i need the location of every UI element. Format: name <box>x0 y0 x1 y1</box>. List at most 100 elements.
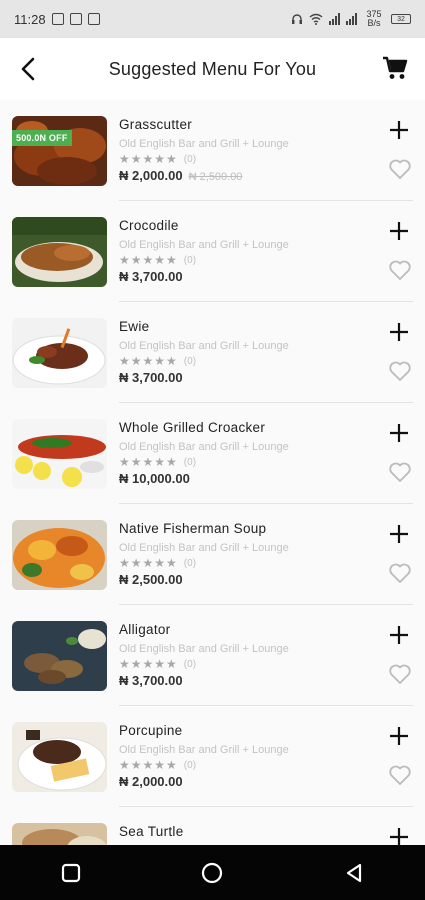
food-image-sea-turtle[interactable] <box>12 823 107 845</box>
price: ₦ 2,000.00 <box>119 168 183 183</box>
rating-row: ★★★★★ (0) <box>119 657 196 671</box>
plus-icon <box>390 828 408 845</box>
add-to-cart-button[interactable] <box>387 421 411 445</box>
restaurant-name: Old English Bar and Grill + Lounge <box>119 441 289 453</box>
rating-row: ★★★★★ (0) <box>119 758 196 772</box>
item-name[interactable]: Grasscutter <box>119 117 192 132</box>
star-rating-icon: ★★★★★ <box>119 556 178 570</box>
headset-icon <box>292 14 302 24</box>
star-rating-icon: ★★★★★ <box>119 758 178 772</box>
plus-icon <box>390 323 408 341</box>
food-image-grasscutter[interactable]: 500.0N OFF <box>12 116 107 186</box>
add-to-cart-button[interactable] <box>387 219 411 243</box>
restaurant-name: Old English Bar and Grill + Lounge <box>119 340 289 352</box>
item-name[interactable]: Native Fisherman Soup <box>119 521 266 536</box>
add-to-cart-button[interactable] <box>387 320 411 344</box>
menu-item[interactable]: 500.0N OFF Grasscutter Old English Bar a… <box>0 100 425 201</box>
item-name[interactable]: Whole Grilled Croacker <box>119 420 265 435</box>
food-image-croacker[interactable] <box>12 419 107 489</box>
price-row: ₦ 2,000.00 <box>119 774 183 789</box>
heart-icon <box>389 159 411 179</box>
favorite-button[interactable] <box>387 257 413 283</box>
add-to-cart-button[interactable] <box>387 522 411 546</box>
status-time: 11:28 <box>14 11 46 27</box>
price-row: ₦ 3,700.00 <box>119 269 183 284</box>
battery-level: 32 <box>397 16 405 23</box>
menu-item[interactable]: Whole Grilled Croacker Old English Bar a… <box>0 403 425 504</box>
item-name[interactable]: Alligator <box>119 622 170 637</box>
price: ₦ 3,700.00 <box>119 673 183 688</box>
price: ₦ 3,700.00 <box>119 370 183 385</box>
menu-item[interactable]: Porcupine Old English Bar and Grill + Lo… <box>0 706 425 807</box>
circle-icon <box>202 862 223 883</box>
signal-icon-2 <box>346 13 357 25</box>
menu-item[interactable]: Alligator Old English Bar and Grill + Lo… <box>0 605 425 706</box>
heart-icon <box>389 462 411 482</box>
rating-count: (0) <box>183 456 197 468</box>
shopping-cart-icon <box>383 56 408 79</box>
plus-icon <box>390 525 408 543</box>
menu-item[interactable]: Ewie Old English Bar and Grill + Lounge … <box>0 302 425 403</box>
restaurant-name: Old English Bar and Grill + Lounge <box>119 643 289 655</box>
favorite-button[interactable] <box>387 156 413 182</box>
favorite-button[interactable] <box>387 560 413 586</box>
triangle-back-icon <box>347 863 362 882</box>
add-to-cart-button[interactable] <box>387 825 411 845</box>
status-bar: 11:28 375 B/s 32 <box>0 0 425 38</box>
item-name[interactable]: Ewie <box>119 319 149 334</box>
old-price: ₦ 2,500.00 <box>188 171 243 183</box>
plus-icon <box>390 424 408 442</box>
restaurant-name: Old English Bar and Grill + Lounge <box>119 239 289 251</box>
status-left: 11:28 <box>14 12 100 27</box>
menu-item[interactable]: Sea Turtle <box>0 807 425 845</box>
menu-list[interactable]: 500.0N OFF Grasscutter Old English Bar a… <box>0 100 425 845</box>
rating-row: ★★★★★ (0) <box>119 152 196 166</box>
food-image-fisherman-soup[interactable] <box>12 520 107 590</box>
item-name[interactable]: Sea Turtle <box>119 824 184 839</box>
favorite-button[interactable] <box>387 459 413 485</box>
price: ₦ 3,700.00 <box>119 269 183 284</box>
food-image-porcupine[interactable] <box>12 722 107 792</box>
price-row: ₦ 3,700.00 <box>119 370 183 385</box>
menu-item[interactable]: Crocodile Old English Bar and Grill + Lo… <box>0 201 425 302</box>
food-image-ewie[interactable] <box>12 318 107 388</box>
back-button[interactable] <box>14 54 42 84</box>
recent-apps-button[interactable] <box>51 853 91 893</box>
star-rating-icon: ★★★★★ <box>119 354 178 368</box>
system-nav-bar <box>0 845 425 900</box>
favorite-button[interactable] <box>387 661 413 687</box>
restaurant-name: Old English Bar and Grill + Lounge <box>119 744 289 756</box>
app-header: Suggested Menu For You <box>0 38 425 100</box>
cart-button[interactable] <box>381 54 411 84</box>
status-right: 375 B/s 32 <box>291 10 411 28</box>
heart-icon <box>389 563 411 583</box>
heart-icon <box>389 765 411 785</box>
price: ₦ 10,000.00 <box>119 471 190 486</box>
restaurant-name: Old English Bar and Grill + Lounge <box>119 542 289 554</box>
app-notification-icon <box>69 13 82 25</box>
food-image-crocodile[interactable] <box>12 217 107 287</box>
page-title: Suggested Menu For You <box>108 58 317 79</box>
back-nav-button[interactable] <box>334 853 374 893</box>
favorite-button[interactable] <box>387 762 413 788</box>
add-to-cart-button[interactable] <box>387 724 411 748</box>
item-name[interactable]: Porcupine <box>119 723 183 738</box>
item-name[interactable]: Crocodile <box>119 218 179 233</box>
price-row: ₦ 3,700.00 <box>119 673 183 688</box>
star-rating-icon: ★★★★★ <box>119 152 178 166</box>
plus-icon <box>390 626 408 644</box>
add-to-cart-button[interactable] <box>387 118 411 142</box>
add-to-cart-button[interactable] <box>387 623 411 647</box>
menu-item[interactable]: Native Fisherman Soup Old English Bar an… <box>0 504 425 605</box>
discount-badge: 500.0N OFF <box>12 130 72 146</box>
rating-count: (0) <box>183 557 197 569</box>
rating-row: ★★★★★ (0) <box>119 253 196 267</box>
net-speed: 375 B/s <box>366 9 382 28</box>
favorite-button[interactable] <box>387 358 413 384</box>
rating-count: (0) <box>183 355 197 367</box>
home-button[interactable] <box>192 853 232 893</box>
food-image-alligator[interactable] <box>12 621 107 691</box>
facebook-notification-icon <box>51 13 64 25</box>
rating-count: (0) <box>183 658 197 670</box>
price-row: ₦ 2,500.00 <box>119 572 183 587</box>
